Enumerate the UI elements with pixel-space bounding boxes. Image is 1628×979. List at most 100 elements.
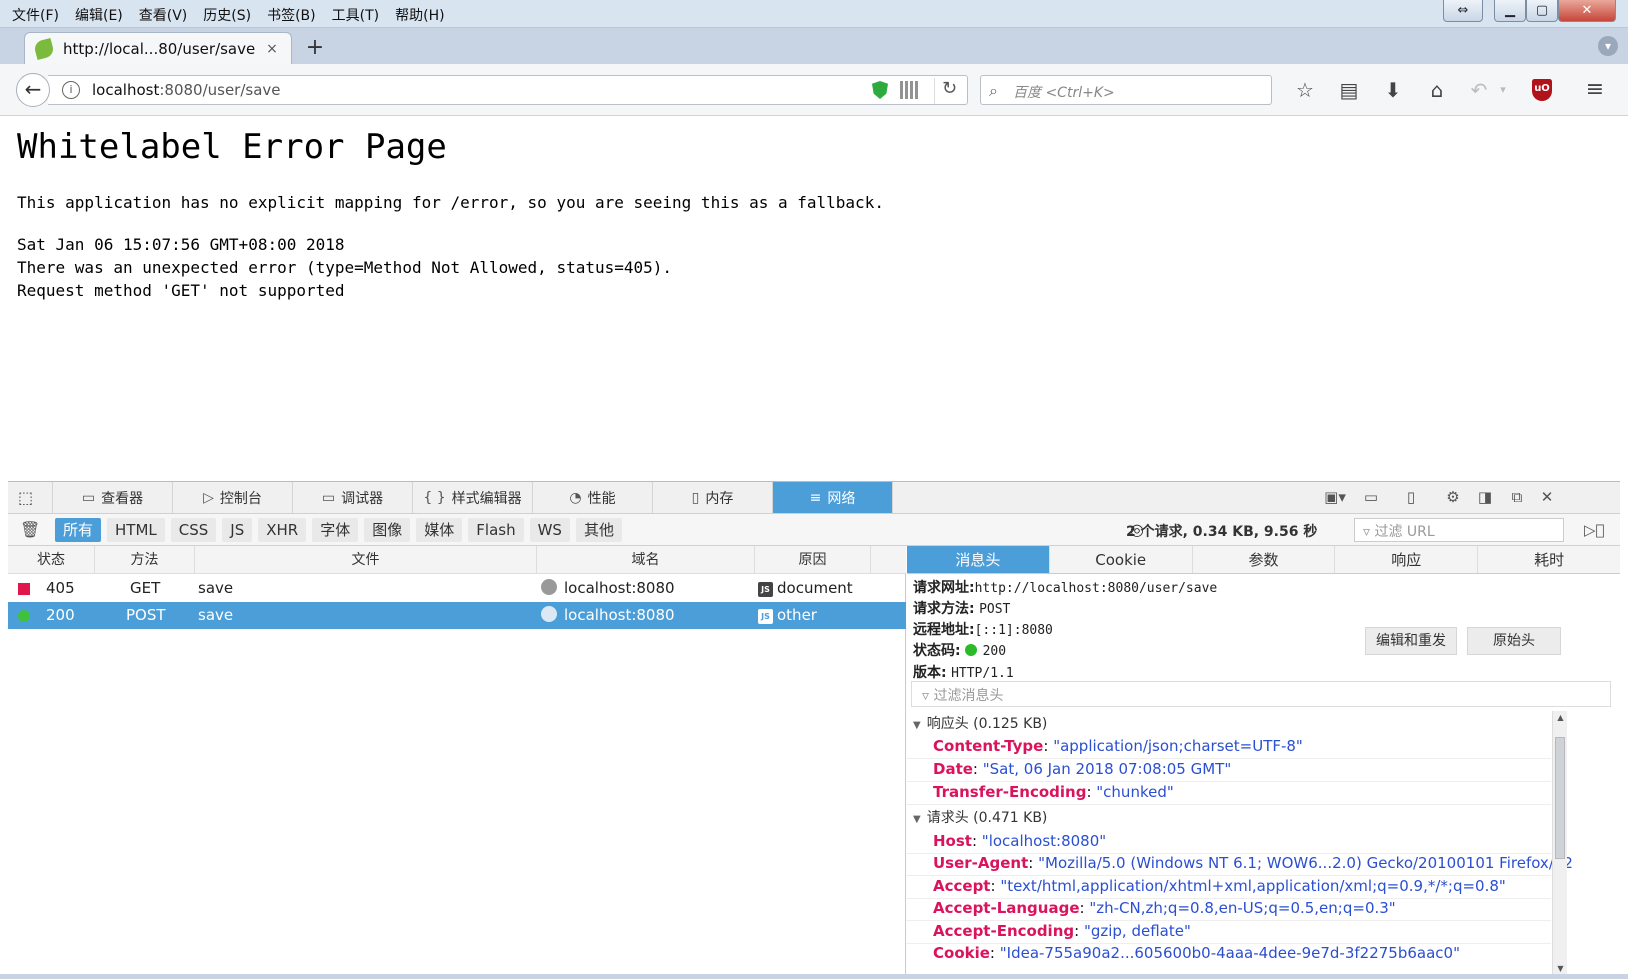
reload-icon[interactable]: ↻ (934, 78, 964, 104)
toggle-sidebar-icon[interactable]: ▷⃞ (1584, 521, 1605, 539)
undo-icon[interactable]: ↶ (1466, 77, 1492, 103)
table-row[interactable]: 405 GET save localhost:8080 JS document (8, 575, 906, 602)
header-key: Host (933, 832, 972, 850)
url-host: localhost (92, 81, 160, 99)
tab-network[interactable]: ≡ 网络 (772, 482, 892, 513)
tab-style-editor[interactable]: { } 样式编辑器 (412, 482, 532, 513)
menu-bar: 文件(F) 编辑(E) 查看(V) 历史(S) 书签(B) 工具(T) 帮助(H… (4, 3, 453, 27)
tab-timings[interactable]: 耗时 (1477, 546, 1620, 573)
filter-images[interactable]: 图像 (364, 518, 411, 542)
element-picker-icon[interactable]: ⬚ (18, 488, 40, 508)
globe-icon (541, 606, 557, 622)
split-console-icon[interactable]: ▭ (1360, 488, 1382, 508)
edit-resend-button[interactable]: 编辑和重发 (1365, 627, 1457, 655)
column-cause[interactable]: 原因 (755, 546, 871, 574)
settings-gear-icon[interactable]: ⚙ (1442, 488, 1464, 508)
reading-list-icon[interactable]: ▤ (1336, 77, 1362, 103)
section-title: 请求头 (0.471 KB) (926, 810, 1048, 826)
devtools-panel: ⬚ ▭ 查看器 ▷ 控制台 ▭ 调试器 { } 样式编辑器 ◔ 性能 ▯ 内存 ≡ 网络 ▣▾… (8, 481, 1620, 975)
globe-icon (541, 579, 557, 595)
scrollbar-thumb[interactable] (1555, 737, 1565, 859)
qr-code-icon[interactable] (900, 81, 918, 99)
filter-fonts[interactable]: 字体 (312, 518, 359, 542)
column-domain[interactable]: 域名 (537, 546, 755, 574)
restore-down-icon[interactable]: ⇔ (1443, 0, 1483, 22)
filter-html[interactable]: HTML (107, 518, 165, 542)
separate-window-icon[interactable]: ⧉ (1506, 488, 1528, 508)
column-method[interactable]: 方法 (95, 546, 195, 574)
filter-headers-placeholder: 过滤消息头 (933, 688, 1004, 704)
section-title: 响应头 (0.125 KB) (926, 716, 1048, 732)
new-tab-button[interactable]: + (302, 36, 328, 62)
layout-icon[interactable]: ▣▾ (1324, 488, 1346, 508)
menu-tools[interactable]: 工具(T) (324, 3, 387, 27)
status-dot-icon (964, 644, 977, 656)
headers-scrollbar[interactable]: ▲ ▼ (1552, 711, 1567, 975)
ublock-icon[interactable]: uO (1532, 79, 1552, 101)
tab-performance[interactable]: ◔ 性能 (532, 482, 652, 513)
request-headers-section[interactable]: ▼ 请求头 (0.471 KB) (913, 807, 1047, 827)
error-description: This application has no explicit mapping… (17, 193, 884, 212)
search-input[interactable]: ⌕ 百度 <Ctrl+K> (980, 75, 1272, 105)
tab-headers[interactable]: 消息头 (907, 546, 1049, 573)
url-text[interactable]: localhost:8080/user/save (92, 81, 281, 99)
remote-address: [::1]:8080 (974, 623, 1053, 638)
menu-bookmarks[interactable]: 书签(B) (259, 3, 324, 27)
tab-cookies[interactable]: Cookie (1048, 546, 1192, 573)
column-file[interactable]: 文件 (195, 546, 537, 574)
downloads-icon[interactable]: ⬇ (1380, 77, 1406, 103)
menu-file[interactable]: 文件(F) (4, 3, 67, 27)
filter-media[interactable]: 媒体 (416, 518, 463, 542)
site-info-icon[interactable]: i (62, 81, 80, 99)
close-devtools-icon[interactable]: ✕ (1536, 488, 1558, 508)
column-status[interactable]: 状态 (8, 546, 95, 574)
back-button[interactable]: ← (16, 73, 50, 107)
row-divider (907, 758, 1551, 759)
tab-memory[interactable]: ▯ 内存 (652, 482, 772, 513)
minimize-button[interactable]: ▁ (1494, 0, 1526, 22)
domain-text: localhost:8080 (564, 606, 675, 624)
filter-headers-input[interactable]: ▿ 过滤消息头 (911, 681, 1611, 707)
scroll-up-icon[interactable]: ▲ (1553, 713, 1568, 722)
menu-view[interactable]: 查看(V) (131, 3, 196, 27)
filter-all[interactable]: 所有 (55, 518, 102, 542)
filter-css[interactable]: CSS (170, 518, 217, 542)
tab-title: http://local...80/user/save (63, 39, 256, 58)
filter-flash[interactable]: Flash (468, 518, 524, 542)
filter-js[interactable]: JS (222, 518, 253, 542)
tab-debugger[interactable]: ▭ 调试器 (292, 482, 412, 513)
menu-help[interactable]: 帮助(H) (387, 3, 452, 27)
undo-dropdown-icon[interactable]: ▾ (1490, 77, 1516, 103)
raw-headers-button[interactable]: 原始头 (1467, 627, 1561, 655)
tab-list-chevron-icon[interactable]: ▾ (1598, 36, 1618, 56)
responsive-design-icon[interactable]: ▯ (1400, 488, 1422, 508)
scroll-down-icon[interactable]: ▼ (1553, 964, 1568, 973)
dock-side-icon[interactable]: ◨ (1474, 488, 1496, 508)
search-placeholder: 百度 <Ctrl+K> (1013, 85, 1115, 101)
trash-icon[interactable]: 🗑 (20, 520, 40, 539)
tab-console[interactable]: ▷ 控制台 (172, 482, 292, 513)
filter-other[interactable]: 其他 (575, 518, 622, 542)
close-window-button[interactable]: ✕ (1558, 0, 1616, 22)
menu-history[interactable]: 历史(S) (195, 3, 259, 27)
filter-xhr[interactable]: XHR (258, 518, 307, 542)
header-row: Accept: "text/html,application/xhtml+xml… (933, 877, 1506, 895)
filter-ws[interactable]: WS (529, 518, 570, 542)
hamburger-menu-icon[interactable]: ≡ (1582, 77, 1608, 103)
security-shield-icon[interactable] (872, 81, 888, 99)
tab-response[interactable]: 响应 (1334, 546, 1477, 573)
tab-strip: http://local...80/user/save × + ▾ (0, 28, 1628, 64)
maximize-button[interactable]: ▢ (1526, 0, 1558, 22)
tab-close-icon[interactable]: × (263, 41, 281, 57)
tab-inspector[interactable]: ▭ 查看器 (52, 482, 172, 513)
url-bar[interactable]: i localhost:8080/user/save ↻ (48, 75, 968, 105)
bookmark-star-icon[interactable]: ☆ (1292, 77, 1318, 103)
tab-label: 调试器 (341, 490, 384, 507)
browser-tab[interactable]: http://local...80/user/save × (24, 32, 292, 64)
tab-params[interactable]: 参数 (1191, 546, 1335, 573)
filter-url-input[interactable]: ▿ 过滤 URL (1354, 518, 1564, 542)
home-icon[interactable]: ⌂ (1424, 77, 1450, 103)
menu-edit[interactable]: 编辑(E) (67, 3, 131, 27)
response-headers-section[interactable]: ▼ 响应头 (0.125 KB) (913, 713, 1047, 733)
table-row[interactable]: 200 POST save localhost:8080 JS other (8, 602, 906, 629)
